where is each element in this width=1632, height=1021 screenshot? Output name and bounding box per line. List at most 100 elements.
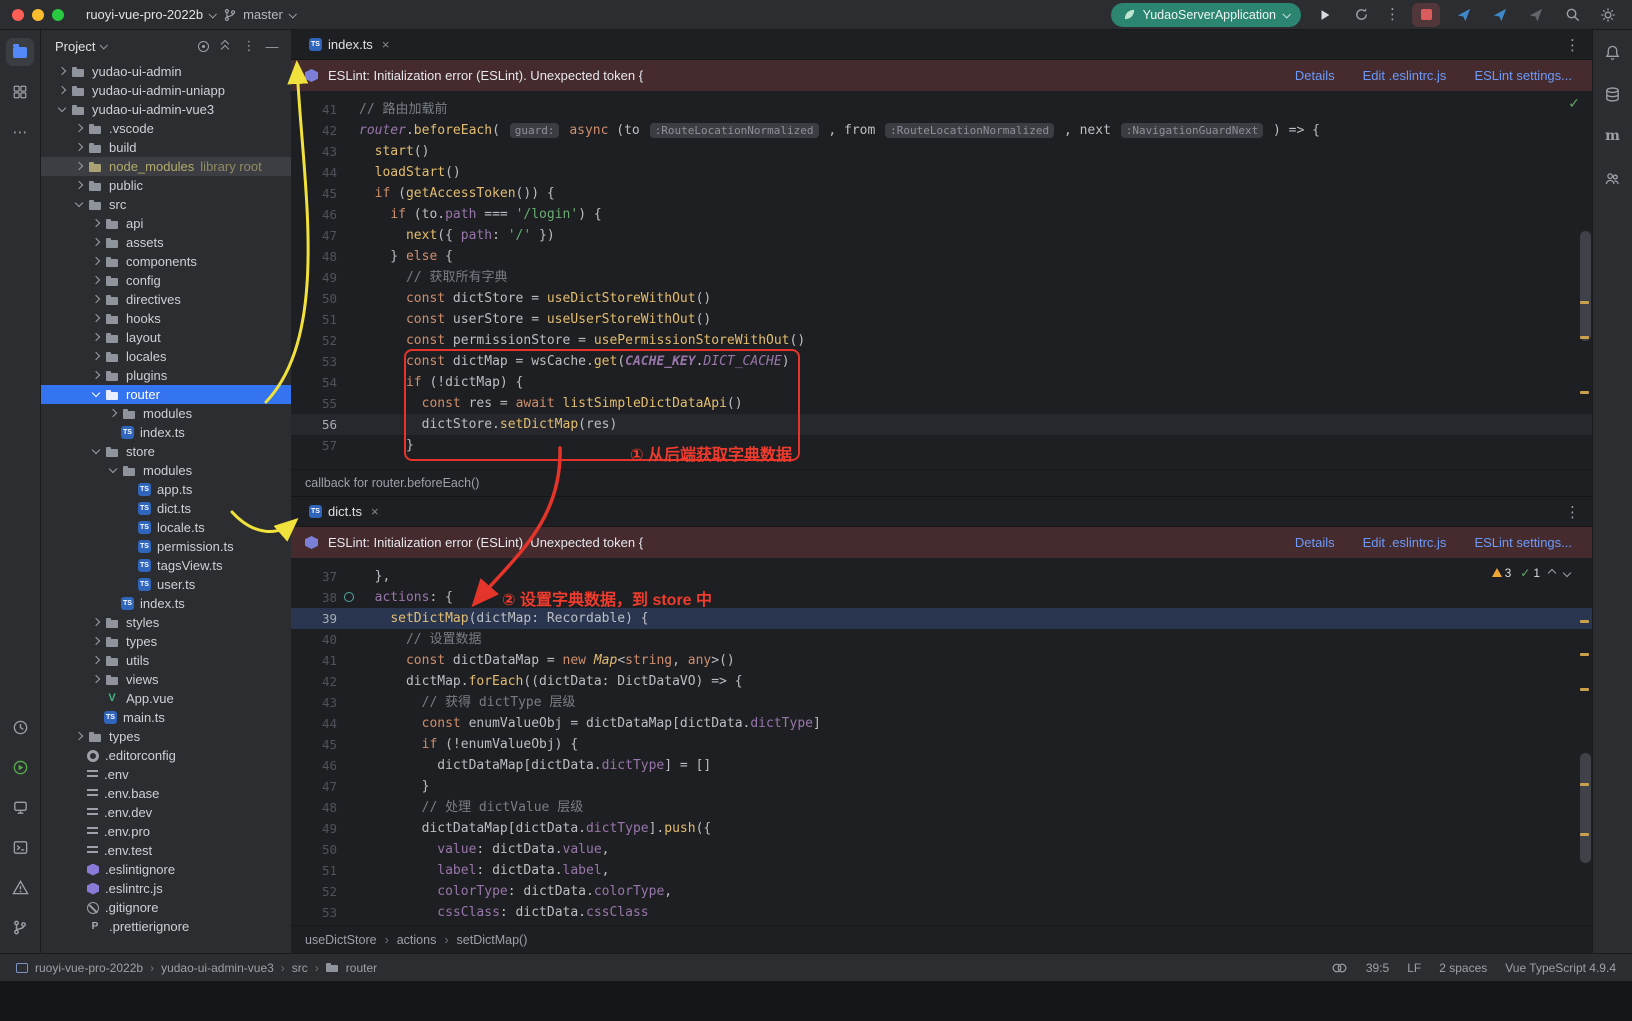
collapse-all-button[interactable] — [217, 37, 235, 55]
tree-item-public[interactable]: public — [41, 176, 291, 195]
tree-item-yudao-ui-admin-uniapp[interactable]: yudao-ui-admin-uniapp — [41, 81, 291, 100]
tree-chevron-icon[interactable] — [89, 385, 104, 404]
indent-setting[interactable]: 2 spaces — [1439, 961, 1487, 975]
code-line-37[interactable]: 37 }, — [291, 566, 1592, 587]
line-number[interactable]: 55 — [291, 393, 337, 414]
warning-stripe-mark[interactable] — [1580, 336, 1589, 339]
code-line-49[interactable]: 49 // 获取所有字典 — [291, 267, 1592, 288]
code-line-50[interactable]: 50 const dictStore = useDictStoreWithOut… — [291, 288, 1592, 309]
tree-item-tagsView.ts[interactable]: TStagsView.ts — [41, 556, 291, 575]
code-line-43[interactable]: 43 // 获得 dictType 层级 — [291, 692, 1592, 713]
tree-chevron-icon[interactable] — [89, 271, 104, 290]
tree-chevron-icon[interactable] — [89, 252, 104, 271]
hide-panel-button[interactable]: — — [263, 37, 281, 55]
gutter-ring-icon[interactable] — [337, 587, 359, 608]
code-line-52[interactable]: 52 colorType: dictData.colorType, — [291, 881, 1592, 902]
tree-item-App.vue[interactable]: VApp.vue — [41, 689, 291, 708]
warning-stripe-mark[interactable] — [1580, 833, 1589, 836]
tree-item-locales[interactable]: locales — [41, 347, 291, 366]
line-number[interactable]: 53 — [291, 351, 337, 372]
code-line-57[interactable]: 57 } — [291, 435, 1592, 456]
run-configuration-selector[interactable]: YudaoServerApplication — [1111, 3, 1301, 27]
tree-item-app.ts[interactable]: TSapp.ts — [41, 480, 291, 499]
tree-item-.editorconfig[interactable]: .editorconfig — [41, 746, 291, 765]
tree-item-main.ts[interactable]: TSmain.ts — [41, 708, 291, 727]
code-line-53[interactable]: 53 cssClass: dictData.cssClass — [291, 902, 1592, 923]
banner-link[interactable]: Edit .eslintrc.js — [1363, 535, 1447, 550]
code-line-47[interactable]: 47 next({ path: '/' }) — [291, 225, 1592, 246]
tree-chevron-icon[interactable] — [89, 347, 104, 366]
line-number[interactable]: 44 — [291, 162, 337, 183]
tree-chevron-icon[interactable] — [106, 404, 121, 423]
panel-options-button[interactable]: ⋮ — [240, 37, 258, 55]
code-line-48[interactable]: 48 } else { — [291, 246, 1592, 267]
code-line-56[interactable]: 56 dictStore.setDictMap(res) — [291, 414, 1592, 435]
warning-stripe-mark[interactable] — [1580, 301, 1589, 304]
line-number[interactable]: 50 — [291, 839, 337, 860]
line-number[interactable]: 48 — [291, 797, 337, 818]
tree-item-api[interactable]: api — [41, 214, 291, 233]
tree-chevron-icon[interactable] — [89, 670, 104, 689]
tree-item-plugins[interactable]: plugins — [41, 366, 291, 385]
tree-chevron-icon[interactable] — [55, 100, 70, 119]
tab-dict-ts[interactable]: TS dict.ts × — [303, 497, 385, 527]
project-tool-button[interactable] — [6, 38, 34, 66]
banner-link[interactable]: Details — [1295, 535, 1335, 550]
code-editor[interactable]: 37 },38 actions: {39 setDictMap(dictMap:… — [291, 558, 1592, 925]
code-line-42[interactable]: 42router.beforeEach( guard: async (to :R… — [291, 120, 1592, 141]
tree-chevron-icon[interactable] — [89, 366, 104, 385]
line-ending[interactable]: LF — [1407, 961, 1421, 975]
tree-chevron-icon[interactable] — [72, 195, 87, 214]
scrollbar-thumb[interactable] — [1580, 231, 1591, 341]
code-line-55[interactable]: 55 const res = await listSimpleDictDataA… — [291, 393, 1592, 414]
code-line-51[interactable]: 51 label: dictData.label, — [291, 860, 1592, 881]
code-line-44[interactable]: 44 loadStart() — [291, 162, 1592, 183]
tree-item-yudao-ui-admin[interactable]: yudao-ui-admin — [41, 62, 291, 81]
tree-item-user.ts[interactable]: TSuser.ts — [41, 575, 291, 594]
minimize-window-button[interactable] — [32, 9, 44, 21]
tree-chevron-icon[interactable] — [55, 81, 70, 100]
inspections-ok-icon[interactable]: ✓ — [1568, 95, 1580, 112]
code-line-45[interactable]: 45 if (getAccessToken()) { — [291, 183, 1592, 204]
tree-item-node_modules[interactable]: node_moduleslibrary root — [41, 157, 291, 176]
caret-position[interactable]: 39:5 — [1366, 961, 1389, 975]
line-number[interactable]: 39 — [291, 608, 337, 629]
tree-chevron-icon[interactable] — [72, 727, 87, 746]
inspection-widget[interactable]: 3 ✓1 — [1492, 566, 1570, 580]
tree-item-types[interactable]: types — [41, 727, 291, 746]
line-number[interactable]: 53 — [291, 902, 337, 923]
maven-tool-button[interactable]: m — [1601, 124, 1625, 148]
select-opened-file-button[interactable] — [194, 37, 212, 55]
tree-chevron-icon[interactable] — [89, 290, 104, 309]
stop-button[interactable] — [1412, 3, 1440, 27]
structure-tool-button[interactable] — [6, 78, 34, 106]
banner-link[interactable]: Details — [1295, 68, 1335, 83]
vcs-branch-widget[interactable]: master — [223, 7, 295, 23]
tree-item-config[interactable]: config — [41, 271, 291, 290]
code-editor[interactable]: 41// 路由加载前42router.beforeEach( guard: as… — [291, 91, 1592, 469]
line-number[interactable]: 50 — [291, 288, 337, 309]
status-path-item[interactable]: src — [292, 961, 308, 975]
line-number[interactable]: 49 — [291, 818, 337, 839]
profiler-button-2[interactable] — [1488, 3, 1512, 27]
tree-item-assets[interactable]: assets — [41, 233, 291, 252]
line-number[interactable]: 45 — [291, 734, 337, 755]
git-tool-button[interactable] — [6, 913, 34, 941]
tab-options-kebab[interactable]: ⋮ — [1565, 36, 1580, 54]
profiler-button-3[interactable] — [1524, 3, 1548, 27]
tree-item-permission.ts[interactable]: TSpermission.ts — [41, 537, 291, 556]
line-number[interactable]: 41 — [291, 650, 337, 671]
tree-item-index.ts[interactable]: TSindex.ts — [41, 423, 291, 442]
warning-stripe-mark[interactable] — [1580, 620, 1589, 623]
tree-item-yudao-ui-admin-vue3[interactable]: yudao-ui-admin-vue3 — [41, 100, 291, 119]
code-line-46[interactable]: 46 if (to.path === '/login') { — [291, 204, 1592, 225]
code-line-47[interactable]: 47 } — [291, 776, 1592, 797]
tree-chevron-icon[interactable] — [72, 157, 87, 176]
run-button[interactable] — [1313, 3, 1337, 27]
tree-chevron-icon[interactable] — [72, 119, 87, 138]
tree-item-modules[interactable]: modules — [41, 461, 291, 480]
run-options-kebab[interactable]: ⋮ — [1385, 7, 1400, 22]
line-number[interactable]: 46 — [291, 755, 337, 776]
banner-link[interactable]: Edit .eslintrc.js — [1363, 68, 1447, 83]
code-line-54[interactable]: 54 if (!dictMap) { — [291, 372, 1592, 393]
